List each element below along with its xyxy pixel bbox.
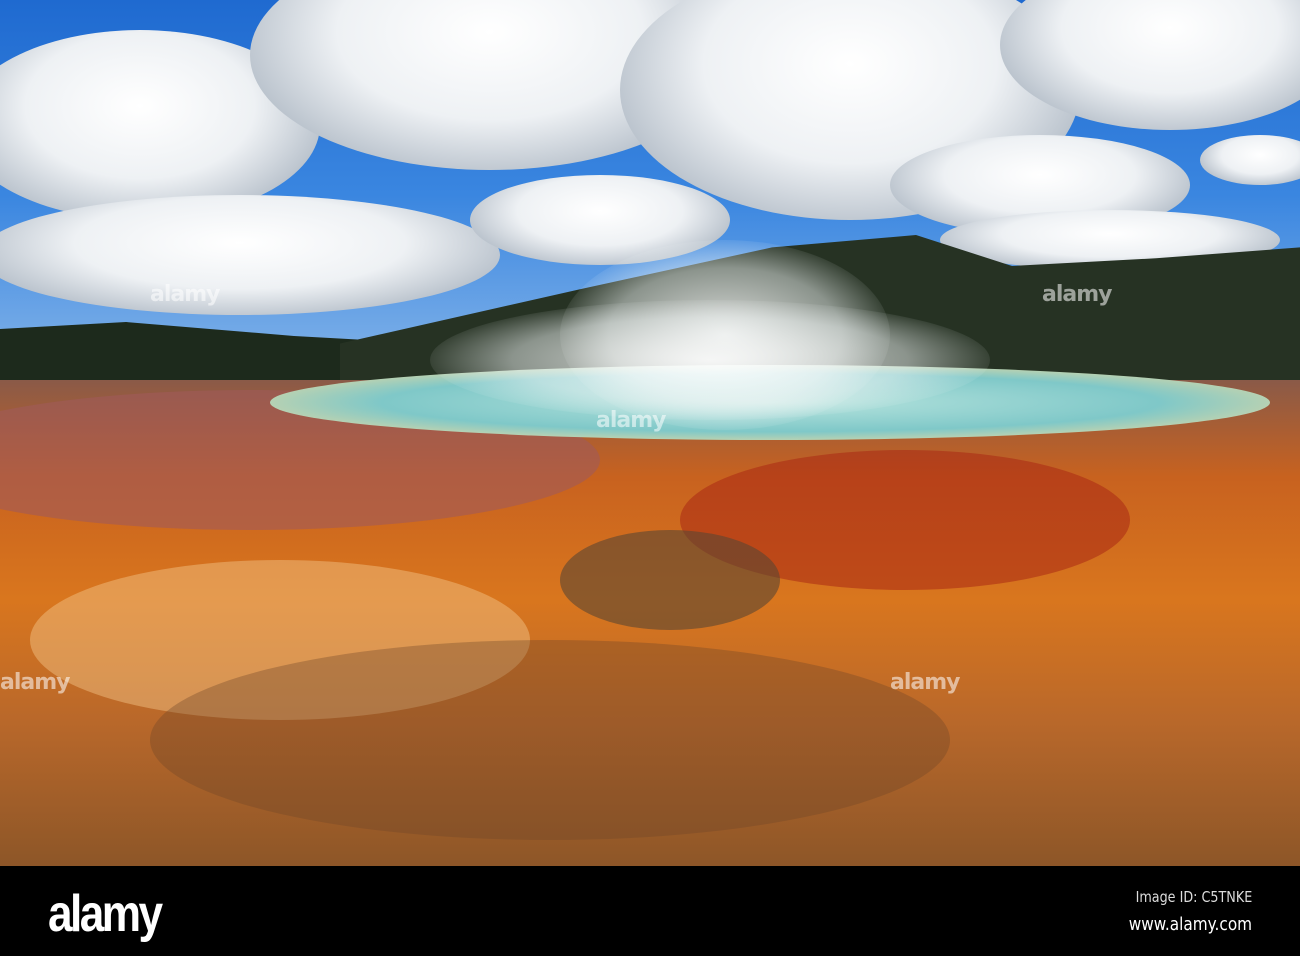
watermark: alamy (890, 670, 960, 695)
watermark: alamy (596, 408, 666, 433)
steam (430, 300, 990, 420)
watermark: alamy (150, 282, 220, 307)
footer-bar: alamy Image ID: C5TNKE www.alamy.com (0, 866, 1300, 956)
brown-mat (150, 640, 950, 840)
alamy-logo: alamy (48, 885, 163, 943)
watermark: alamy (0, 670, 70, 695)
watermark: alamy (1042, 282, 1112, 307)
dark-patch (560, 530, 780, 630)
hot-spring-photo: alamy alamy alamy alamy alamy (0, 0, 1300, 866)
website-link[interactable]: www.alamy.com (1129, 914, 1252, 935)
cloud (0, 195, 500, 315)
image-id: Image ID: C5TNKE (1135, 888, 1252, 906)
